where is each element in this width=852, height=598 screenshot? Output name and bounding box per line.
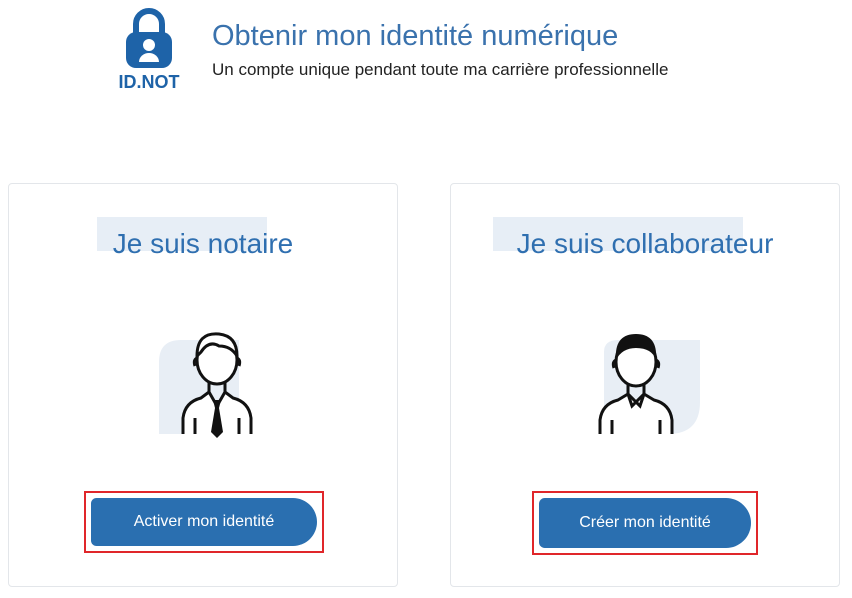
page-title: Obtenir mon identité numérique	[212, 20, 619, 52]
id-not-logo: ID.NOT	[106, 4, 192, 94]
page-header: ID.NOT Obtenir mon identité numérique Un…	[0, 0, 852, 100]
page-subtitle: Un compte unique pendant toute ma carriè…	[212, 60, 669, 79]
collaborator-illustration	[576, 322, 716, 452]
logo-text: ID.NOT	[118, 72, 180, 92]
activate-identity-button[interactable]: Activer mon identité	[91, 498, 317, 546]
notary-avatar-icon	[159, 332, 253, 438]
card-title: Je suis notaire	[112, 228, 294, 259]
create-button-highlight: Créer mon identité	[532, 491, 758, 555]
activate-button-highlight: Activer mon identité	[84, 491, 324, 553]
create-identity-button[interactable]: Créer mon identité	[539, 498, 751, 548]
card-notaire: Je suis notaire Activer mon identité	[8, 183, 398, 587]
card-title: Je suis collaborateur	[516, 228, 774, 259]
card-collaborateur: Je suis collaborateur Créer mon identité	[450, 183, 840, 587]
lock-icon	[126, 8, 172, 68]
collaborator-avatar-icon	[598, 334, 700, 434]
notary-illustration	[139, 322, 279, 452]
